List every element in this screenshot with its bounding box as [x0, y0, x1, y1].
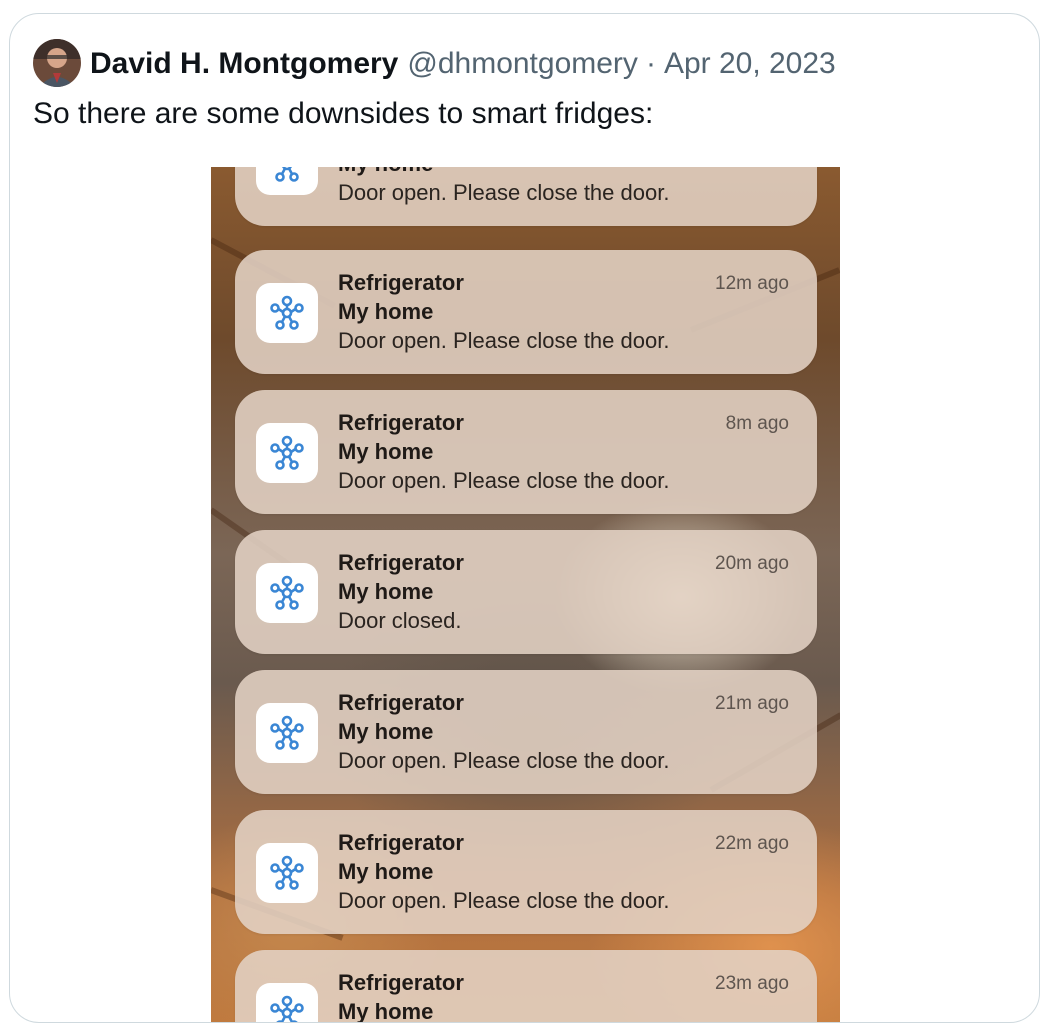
smart-home-hub-icon	[256, 423, 318, 483]
post-image[interactable]: My home Door open. Please close the door…	[211, 167, 840, 1023]
header-separator: ·	[646, 45, 656, 83]
notification-time: 23m ago	[715, 971, 789, 997]
notification-app-name: Refrigerator	[338, 829, 464, 857]
avatar[interactable]	[33, 39, 81, 87]
notification-app-name: Refrigerator	[338, 969, 464, 997]
smart-home-hub-icon	[256, 563, 318, 623]
notification-card[interactable]: Refrigerator My home Door open. Please c…	[235, 390, 817, 514]
notification-body: Door open. Please close the door.	[338, 747, 669, 775]
smart-home-hub-icon	[256, 167, 318, 195]
notification-time: 8m ago	[726, 411, 789, 437]
notification-body: Door closed.	[338, 607, 462, 635]
notification-title: My home	[338, 167, 433, 178]
post-header: David H. Montgomery @dhmontgomery · Apr …	[90, 45, 836, 83]
post-date[interactable]: Apr 20, 2023	[664, 45, 836, 83]
smart-home-hub-icon	[256, 983, 318, 1023]
smart-home-hub-icon	[256, 843, 318, 903]
notification-card[interactable]: Refrigerator My home 23m ago	[235, 950, 817, 1023]
notification-time: 21m ago	[715, 691, 789, 717]
notification-title: My home	[338, 718, 433, 746]
notification-time: 12m ago	[715, 271, 789, 297]
notification-app-name: Refrigerator	[338, 689, 464, 717]
notification-app-name: Refrigerator	[338, 409, 464, 437]
notification-card[interactable]: Refrigerator My home Door open. Please c…	[235, 670, 817, 794]
notification-body: Door open. Please close the door.	[338, 179, 669, 207]
notification-card[interactable]: Refrigerator My home Door open. Please c…	[235, 250, 817, 374]
notification-title: My home	[338, 298, 433, 326]
author-name[interactable]: David H. Montgomery	[90, 45, 398, 83]
notification-body: Door open. Please close the door.	[338, 327, 669, 355]
smart-home-hub-icon	[256, 703, 318, 763]
notification-card[interactable]: My home Door open. Please close the door…	[235, 167, 817, 226]
author-handle[interactable]: @dhmontgomery	[407, 45, 638, 83]
smart-home-hub-icon	[256, 283, 318, 343]
notification-title: My home	[338, 578, 433, 606]
notification-body: Door open. Please close the door.	[338, 887, 669, 915]
notification-time: 20m ago	[715, 551, 789, 577]
notification-time: 22m ago	[715, 831, 789, 857]
notification-app-name: Refrigerator	[338, 549, 464, 577]
notification-card[interactable]: Refrigerator My home Door open. Please c…	[235, 810, 817, 934]
notification-title: My home	[338, 858, 433, 886]
notification-body: Door open. Please close the door.	[338, 467, 669, 495]
notification-title: My home	[338, 438, 433, 466]
notification-title: My home	[338, 998, 433, 1023]
notification-app-name: Refrigerator	[338, 269, 464, 297]
tweet-text: So there are some downsides to smart fri…	[33, 94, 653, 134]
tweet-card[interactable]: David H. Montgomery @dhmontgomery · Apr …	[9, 13, 1040, 1023]
notification-card[interactable]: Refrigerator My home Door closed. 20m ag…	[235, 530, 817, 654]
